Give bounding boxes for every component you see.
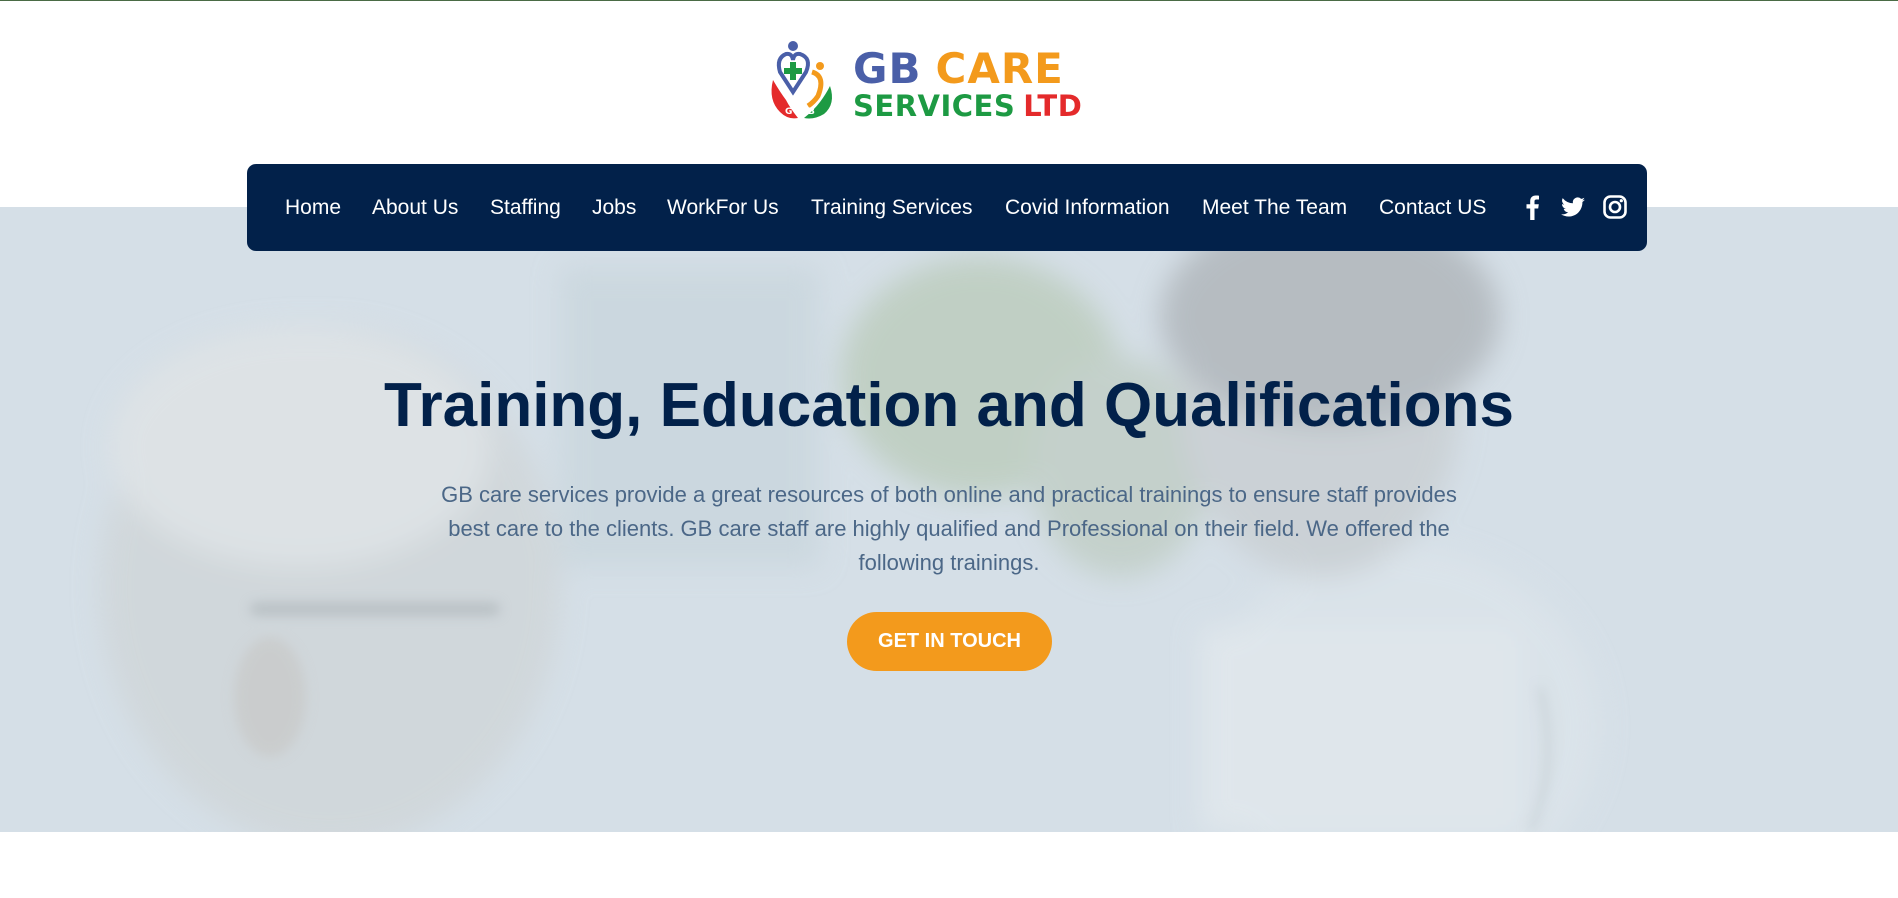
nav-item-jobs[interactable]: Jobs [592, 164, 636, 251]
logo-text-ltd: LTD [1023, 89, 1083, 123]
logo-text-gb: GB [853, 44, 922, 93]
hero-description: GB care services provide a great resourc… [441, 482, 1457, 575]
logo-wordmark: GB CARE SERVICES LTD [853, 48, 1082, 121]
logo-text-care: CARE [935, 44, 1064, 93]
logo-heart-hands-icon: G B [771, 41, 832, 119]
facebook-icon[interactable] [1520, 194, 1546, 220]
nav-item-training-services[interactable]: Training Services [811, 164, 972, 251]
nav-item-meet-the-team[interactable]: Meet The Team [1202, 164, 1347, 251]
nav-item-covid-information[interactable]: Covid Information [1005, 164, 1170, 251]
instagram-icon[interactable] [1602, 194, 1628, 220]
nav-item-about-us[interactable]: About Us [372, 164, 458, 251]
nav-item-contact-us[interactable]: Contact US [1379, 164, 1486, 251]
logo-mark-letter-b: B [808, 107, 815, 117]
get-in-touch-button[interactable]: GET IN TOUCH [847, 612, 1052, 671]
site-logo[interactable]: G B GB CARE SERVICES LTD [768, 40, 1082, 126]
top-border-line [0, 0, 1898, 1]
logo-text-services: SERVICES [853, 89, 1016, 123]
logo-mark-letter-g: G [785, 107, 792, 117]
nav-item-staffing[interactable]: Staffing [490, 164, 561, 251]
hero-title: Training, Education and Qualifications [384, 371, 1514, 440]
nav-item-workfor-us[interactable]: WorkFor Us [667, 164, 779, 251]
twitter-icon[interactable] [1560, 194, 1586, 220]
nav-item-home[interactable]: Home [285, 164, 341, 251]
main-navigation: Home About Us Staffing Jobs WorkFor Us T… [247, 164, 1647, 251]
